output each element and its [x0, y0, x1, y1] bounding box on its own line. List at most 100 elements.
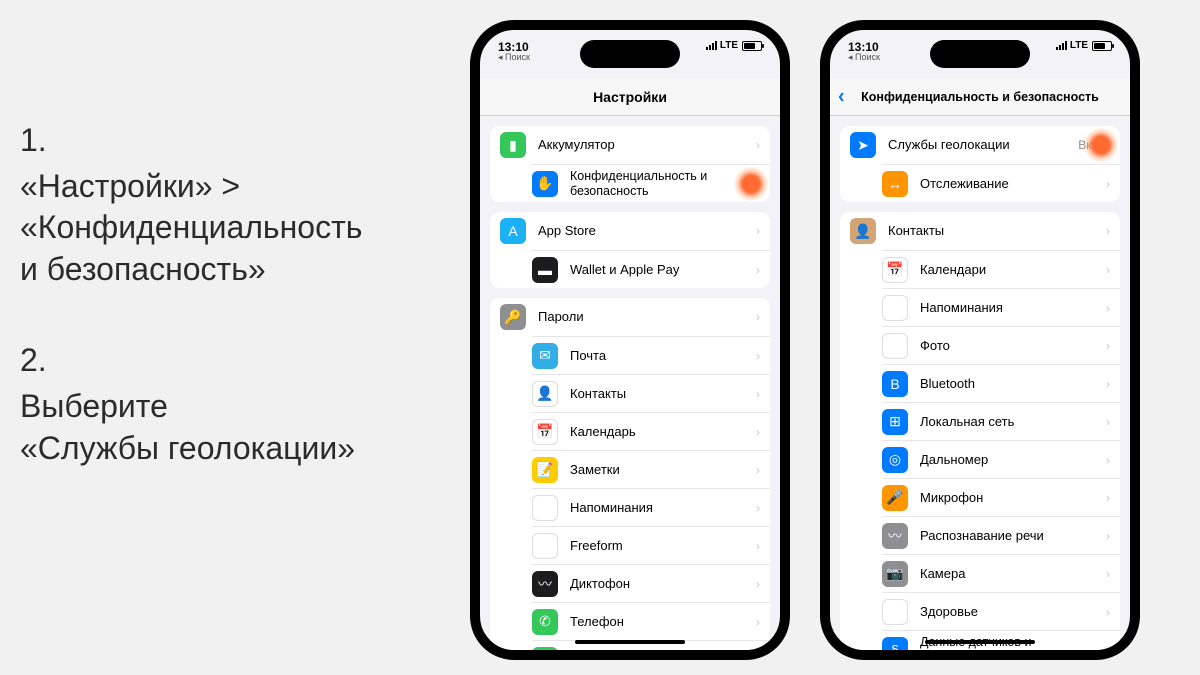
settings-group: AApp Store›▬Wallet и Apple Pay› [490, 212, 770, 288]
step-1-number: 1. [20, 120, 450, 162]
wallet-icon: ▬ [532, 257, 558, 283]
chevron-right-icon: › [1106, 138, 1110, 152]
bluetooth-icon: B [882, 371, 908, 397]
row-privacy[interactable]: ✋Конфиденциальность и безопасность› [532, 164, 770, 202]
chevron-right-icon: › [1106, 339, 1110, 353]
chevron-right-icon: › [1106, 529, 1110, 543]
signal-icon [1056, 41, 1067, 50]
row-app-store[interactable]: AApp Store› [490, 212, 770, 250]
home-indicator[interactable] [575, 640, 685, 644]
chevron-right-icon: › [756, 263, 760, 277]
row-reminders[interactable]: ☑Напоминания› [532, 488, 770, 526]
row-label: Фото [920, 338, 1106, 354]
chevron-right-icon: › [1106, 605, 1110, 619]
row-freeform[interactable]: ✎Freeform› [532, 526, 770, 564]
page-title: Настройки [593, 89, 667, 105]
row-bluetooth[interactable]: BBluetooth› [882, 364, 1120, 402]
row-label: Почта [570, 348, 756, 364]
chevron-right-icon: › [1106, 415, 1110, 429]
row-local-network[interactable]: ⊞ Локальная сеть› [882, 402, 1120, 440]
row-label: Отслеживание [920, 176, 1106, 192]
row-label: Заметки [570, 462, 756, 478]
row-label: Телефон [570, 614, 756, 630]
contacts-icon: 👤 [532, 381, 558, 407]
camera-icon: 📷 [882, 561, 908, 587]
chevron-right-icon: › [1106, 263, 1110, 277]
chevron-right-icon: › [756, 463, 760, 477]
row-calendars[interactable]: 📅Календари› [882, 250, 1120, 288]
settings-list[interactable]: ▮Аккумулятор›✋Конфиденциальность и безоп… [480, 116, 780, 650]
settings-group: ➤Службы геолокацииВкл.›↔Отслеживание› [840, 126, 1120, 202]
row-microphone[interactable]: 🎤Микрофон› [882, 478, 1120, 516]
row-label: Контакты [888, 223, 1106, 239]
row-label: Службы геолокации [888, 137, 1078, 153]
row-calendar[interactable]: 📅Календарь› [532, 412, 770, 450]
row-passwords[interactable]: 🔑Пароли› [490, 298, 770, 336]
home-indicator[interactable] [925, 640, 1035, 644]
row-voice-memos[interactable]: 〰Диктофон› [532, 564, 770, 602]
row-phone[interactable]: ✆Телефон› [532, 602, 770, 640]
back-to-search[interactable]: ◂ Поиск [848, 52, 880, 63]
chevron-right-icon: › [756, 177, 760, 191]
row-mail[interactable]: ✉Почта› [532, 336, 770, 374]
reminders-icon: ☑ [882, 295, 908, 321]
settings-group: ▮Аккумулятор›✋Конфиденциальность и безоп… [490, 126, 770, 202]
speech-recognition-icon: 〰 [882, 523, 908, 549]
step-2-text: «Службы геолокации» [20, 428, 450, 470]
row-tracking[interactable]: ↔Отслеживание› [882, 164, 1120, 202]
microphone-icon: 🎤 [882, 485, 908, 511]
row-notes[interactable]: 📝Заметки› [532, 450, 770, 488]
privacy-list[interactable]: ➤Службы геолокацииВкл.›↔Отслеживание›👤Ко… [830, 116, 1130, 650]
chevron-right-icon: › [756, 501, 760, 515]
row-contacts[interactable]: 👤Контакты› [532, 374, 770, 412]
row-health[interactable]: ♥ Здоровье› [882, 592, 1120, 630]
step-2-text: Выберите [20, 386, 450, 428]
row-location-services[interactable]: ➤Службы геолокацииВкл.› [840, 126, 1120, 164]
health-icon: ♥ [882, 599, 908, 625]
phone-icon: ✆ [532, 609, 558, 635]
settings-group: 🔑Пароли› ✉ Почта › 👤Контакты›📅Календарь›📝Зам… [490, 298, 770, 650]
back-chevron-icon[interactable]: ‹ [838, 85, 845, 108]
chevron-right-icon: › [756, 310, 760, 324]
row-rangefinder[interactable]: ◎Дальномер› [882, 440, 1120, 478]
step-1-text: и безопасность» [20, 249, 450, 291]
row-label: Пароли [538, 309, 756, 325]
mail-icon: ✉ [532, 343, 558, 369]
row-wallet[interactable]: ▬Wallet и Apple Pay› [532, 250, 770, 288]
chevron-right-icon: › [1106, 491, 1110, 505]
settings-group: 👤Контакты›📅Календари›☑Напоминания›❀Фото›… [840, 212, 1120, 650]
chevron-right-icon: › [756, 138, 760, 152]
chevron-right-icon: › [1106, 377, 1110, 391]
chevron-right-icon: › [1106, 177, 1110, 191]
step-1-text: «Конфиденциальность [20, 207, 450, 249]
row-label: Камера [920, 566, 1106, 582]
chevron-right-icon: › [1106, 643, 1110, 651]
back-to-search[interactable]: ◂ Поиск [498, 52, 530, 63]
row-battery[interactable]: ▮Аккумулятор› [490, 126, 770, 164]
battery-icon [1092, 41, 1112, 51]
calendars-icon: 📅 [882, 257, 908, 283]
local-network-icon: ⊞ [882, 409, 908, 435]
row-detail: Вкл. [1078, 138, 1102, 152]
row-photos[interactable]: ❀Фото› [882, 326, 1120, 364]
battery-icon: ▮ [500, 132, 526, 158]
row-label: Напоминания [570, 500, 756, 516]
rangefinder-icon: ◎ [882, 447, 908, 473]
row-reminders[interactable]: ☑Напоминания› [882, 288, 1120, 326]
network-label: LTE [1070, 40, 1088, 51]
phone-mockup-privacy: 13:10 ◂ Поиск LTE ‹ Конфиденциальность и… [820, 20, 1140, 660]
chevron-right-icon: › [756, 577, 760, 591]
sensor-data-icon: § [882, 637, 908, 651]
row-speech-recognition[interactable]: 〰 Распознавание речи› [882, 516, 1120, 554]
row-label: Локальная сеть [920, 414, 1106, 430]
privacy-icon: ✋ [532, 171, 558, 197]
row-label: Здоровье [920, 604, 1106, 620]
voice-memos-icon: 〰 [532, 571, 558, 597]
row-contacts[interactable]: 👤Контакты› [840, 212, 1120, 250]
chevron-right-icon: › [756, 224, 760, 238]
row-camera[interactable]: 📷Камера› [882, 554, 1120, 592]
page-title: Конфиденциальность и безопасность [861, 90, 1099, 104]
phone-mockup-settings: 13:10 ◂ Поиск LTE Настройки ▮Аккумулятор… [470, 20, 790, 660]
chevron-right-icon: › [756, 425, 760, 439]
row-label: Распознавание речи [920, 528, 1106, 544]
